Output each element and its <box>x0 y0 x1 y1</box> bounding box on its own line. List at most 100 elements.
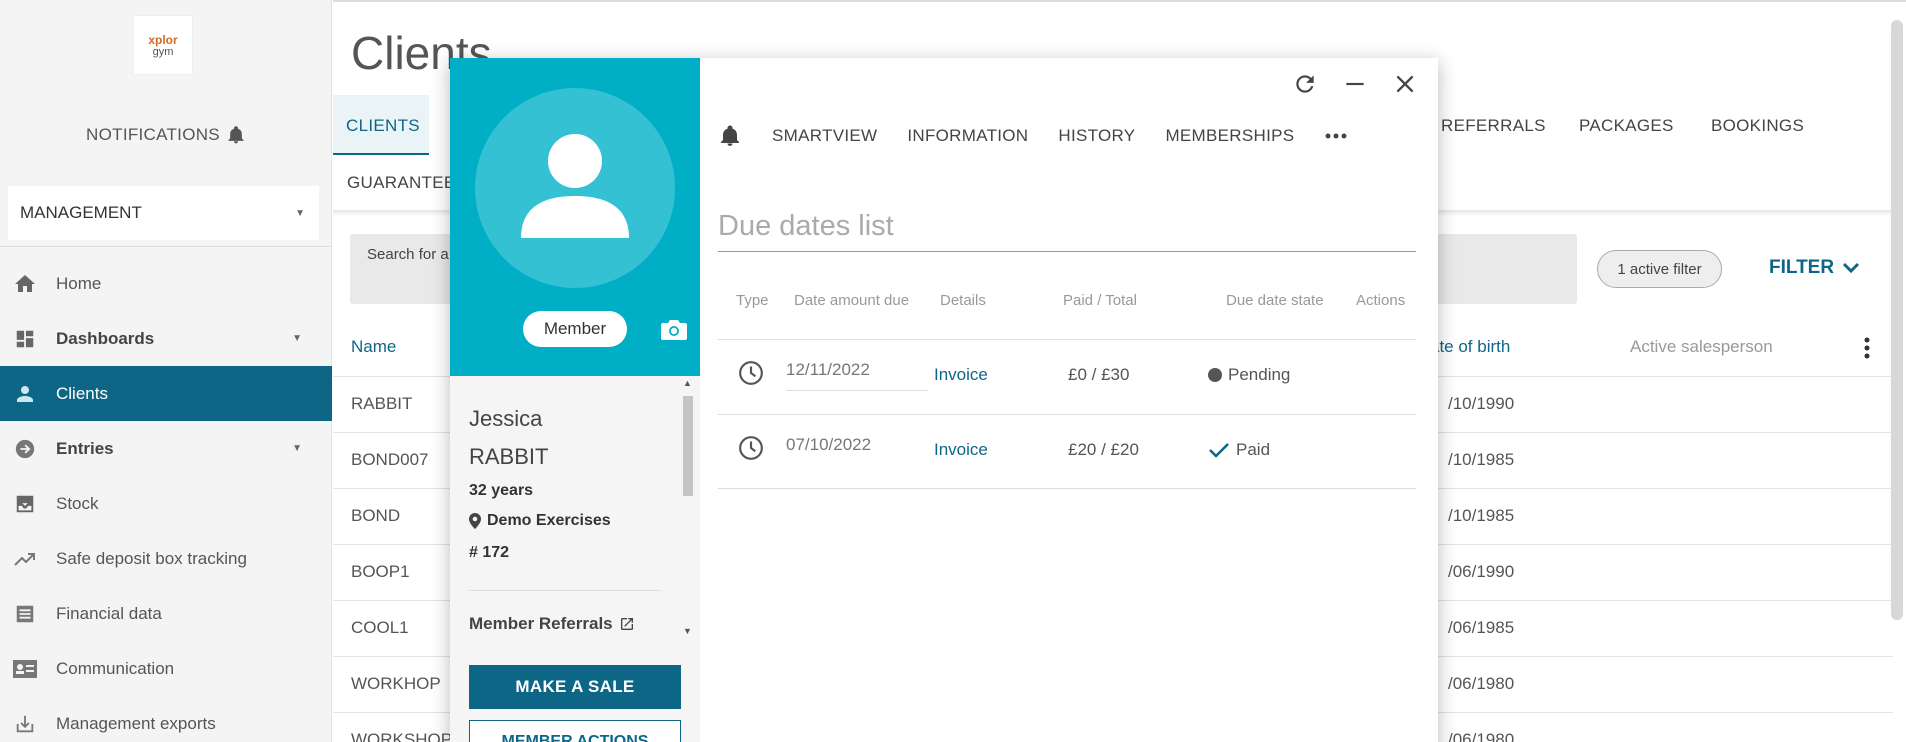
camera-icon[interactable] <box>660 318 688 342</box>
divider <box>718 251 1416 252</box>
caret-down-icon: ▼ <box>292 443 302 454</box>
sidebar: xplor gym NOTIFICATIONS MANAGEMENT ▼ Hom… <box>0 0 332 742</box>
sidebar-item-communication[interactable]: Communication <box>0 641 332 696</box>
tab-referrals[interactable]: REFERRALS <box>1441 116 1546 136</box>
cell-name: WORKHOP <box>351 674 441 693</box>
client-modal: Member Jessica RABBIT 32 years Demo Exer… <box>450 58 1438 742</box>
header-date-due: Date amount due <box>794 292 910 309</box>
member-referrals-link[interactable]: Member Referrals <box>469 614 635 634</box>
tab-history[interactable]: HISTORY <box>1058 126 1135 146</box>
sidebar-item-label: Financial data <box>56 603 162 623</box>
page-scrollbar[interactable] <box>1891 20 1903 620</box>
external-link-icon <box>620 618 633 630</box>
column-header-salesperson[interactable]: Active salesperson <box>1630 337 1773 357</box>
cell-dob: /06/1990 <box>1448 562 1515 581</box>
logo-subtext: gym <box>152 45 174 58</box>
scroll-up-icon[interactable]: ▲ <box>683 378 692 388</box>
due-date-row[interactable]: 07/10/2022 Invoice £20 / £20 Paid <box>718 414 1416 489</box>
bell-icon[interactable] <box>718 124 742 148</box>
minimize-icon[interactable] <box>1342 71 1368 97</box>
gym-logo[interactable]: xplor gym <box>133 15 193 75</box>
details-scrollbar[interactable]: ▲ ▼ <box>681 376 695 638</box>
member-actions-button[interactable]: MEMBER ACTIONS <box>469 720 681 742</box>
state-label: Paid <box>1236 440 1271 459</box>
scroll-thumb[interactable] <box>683 396 693 496</box>
due-date-value: 07/10/2022 <box>786 435 872 454</box>
filter-button[interactable]: FILTER <box>1769 257 1860 279</box>
scope-select[interactable]: MANAGEMENT ▼ <box>8 186 319 240</box>
chevron-down-icon <box>1843 262 1860 274</box>
cell-dob: /10/1990 <box>1448 394 1515 413</box>
tab-bookings[interactable]: BOOKINGS <box>1711 116 1804 136</box>
clock-icon <box>739 436 763 460</box>
sidebar-item-label: Dashboards <box>56 328 155 348</box>
due-dates-title: Due dates list <box>718 210 894 242</box>
sidebar-item-clients[interactable]: Clients <box>0 366 332 421</box>
tab-smartview[interactable]: SMARTVIEW <box>772 126 877 146</box>
member-badge: Member <box>523 311 627 347</box>
active-filter-chip[interactable]: 1 active filter <box>1597 250 1722 288</box>
profile-header: Member <box>450 58 700 376</box>
invoice-link[interactable]: Invoice <box>934 365 988 385</box>
column-header-name[interactable]: Name <box>351 337 396 357</box>
cell-name: RABBIT <box>351 394 413 413</box>
client-location-text: Demo Exercises <box>487 512 611 529</box>
cell-dob: /10/1985 <box>1448 506 1515 525</box>
cell-name: BOND <box>351 506 401 525</box>
checkmark-icon <box>1209 443 1229 458</box>
sidebar-item-financial-data[interactable]: Financial data <box>0 586 332 641</box>
client-age: 32 years <box>469 482 534 499</box>
tab-clients[interactable]: CLIENTS <box>333 95 429 155</box>
sidebar-item-dashboards[interactable]: Dashboards ▼ <box>0 311 332 366</box>
search-placeholder: Search for a <box>367 246 449 263</box>
due-date-row[interactable]: 12/11/2022 Invoice £0 / £30 Pending <box>718 339 1416 414</box>
paid-total-value: £20 / £20 <box>1068 440 1139 459</box>
column-header-dob[interactable]: ate of birth <box>1430 337 1510 357</box>
client-location: Demo Exercises <box>469 512 611 530</box>
avatar[interactable] <box>475 88 675 288</box>
sidebar-item-home[interactable]: Home <box>0 256 332 311</box>
sidebar-item-label: Management exports <box>56 713 216 733</box>
sidebar-item-management-exports[interactable]: Management exports <box>0 696 332 742</box>
header-paid-total: Paid / Total <box>1063 292 1137 309</box>
client-first-name: Jessica <box>469 406 543 431</box>
sidebar-item-stock[interactable]: Stock <box>0 476 332 531</box>
cell-dob: /06/1985 <box>1448 618 1515 637</box>
invoice-link[interactable]: Invoice <box>934 440 988 460</box>
location-pin-icon <box>469 513 481 529</box>
cell-dob: /10/1985 <box>1448 450 1515 469</box>
tab-information[interactable]: INFORMATION <box>907 126 1028 146</box>
tab-guarantee[interactable]: GUARANTEE <box>347 173 456 193</box>
home-icon <box>12 271 38 297</box>
close-icon[interactable] <box>1392 71 1418 97</box>
list-icon <box>12 601 38 627</box>
pending-dot-icon <box>1208 368 1222 382</box>
notifications-label: NOTIFICATIONS <box>86 125 220 144</box>
more-vertical-icon[interactable] <box>1863 336 1871 360</box>
caret-down-icon: ▼ <box>292 333 302 344</box>
due-date-state: Paid <box>1208 440 1270 460</box>
sidebar-item-entries[interactable]: Entries ▼ <box>0 421 332 476</box>
notifications-button[interactable]: NOTIFICATIONS <box>0 124 332 146</box>
more-horizontal-icon[interactable] <box>1324 132 1348 140</box>
scope-select-value: MANAGEMENT <box>20 203 142 222</box>
trend-icon <box>12 546 38 572</box>
person-icon <box>521 134 629 238</box>
sidebar-item-safe-deposit[interactable]: Safe deposit box tracking <box>0 531 332 586</box>
due-date-value: 12/11/2022 <box>786 360 928 391</box>
refresh-icon[interactable] <box>1292 71 1318 97</box>
header-type: Type <box>736 292 769 309</box>
sidebar-item-label: Stock <box>56 493 99 513</box>
make-sale-button[interactable]: MAKE A SALE <box>469 665 681 709</box>
cell-name: COOL1 <box>351 618 409 637</box>
header-due-state: Due date state <box>1226 292 1324 309</box>
scroll-down-icon[interactable]: ▼ <box>683 626 692 636</box>
tab-packages[interactable]: PACKAGES <box>1579 116 1674 136</box>
filter-label: FILTER <box>1769 257 1835 278</box>
logo-text: xplor <box>148 32 178 47</box>
clock-icon <box>739 361 763 385</box>
tab-memberships[interactable]: MEMBERSHIPS <box>1165 126 1294 146</box>
caret-down-icon: ▼ <box>295 207 305 219</box>
paid-total-value: £0 / £30 <box>1068 365 1130 384</box>
sidebar-item-label: Safe deposit box tracking <box>56 548 247 568</box>
